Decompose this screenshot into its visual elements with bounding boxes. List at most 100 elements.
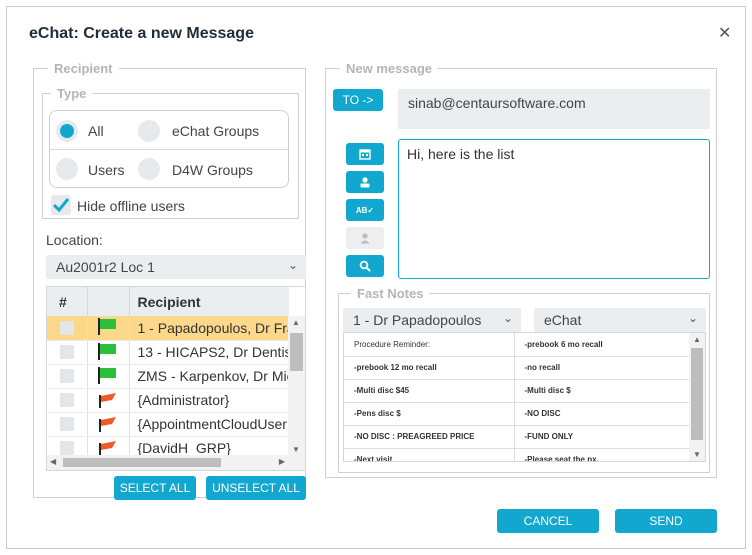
status-flag-icon: [96, 392, 118, 411]
user-button: [346, 227, 384, 249]
fast-note-item[interactable]: -no recall: [514, 356, 690, 380]
table-row[interactable]: ZMS - Karpenkov, Dr Mic: [47, 364, 289, 389]
category-value: eChat: [544, 312, 582, 328]
send-button[interactable]: SEND: [615, 509, 717, 533]
recipient-name: {AppointmentCloudUser: [129, 412, 289, 437]
table-row[interactable]: 13 - HICAPS2, Dr Dentist: [47, 340, 289, 365]
type-legend: Type: [51, 86, 93, 101]
grid-horizontal-scrollbar[interactable]: ◀ ▶: [47, 455, 305, 470]
row-checkbox-cell: [47, 316, 88, 341]
spellcheck-button[interactable]: AB✓: [346, 199, 384, 221]
fast-note-row: -NO DISC : PREAGREED PRICE -FUND ONLY: [344, 425, 690, 449]
type-radio-box: All eChat Groups Users D4W Groups: [49, 110, 289, 188]
create-message-dialog: eChat: Create a new Message ✕ Recipient …: [6, 6, 746, 549]
doctor-select[interactable]: 1 - Dr Papadopoulos ⌄: [343, 308, 521, 332]
fast-note-item[interactable]: -Multi disc $45: [344, 379, 515, 403]
recipient-name: ZMS - Karpenkov, Dr Mic: [129, 364, 289, 389]
to-button[interactable]: TO ->: [333, 89, 383, 111]
hide-offline-label: Hide offline users: [77, 198, 185, 214]
row-checkbox-cell: [47, 364, 88, 389]
radio-all[interactable]: [56, 120, 78, 142]
row-checkbox[interactable]: [60, 417, 74, 431]
location-value: Au2001r2 Loc 1: [56, 259, 155, 275]
search-button[interactable]: [346, 255, 384, 277]
fast-notes-group: Fast Notes 1 - Dr Papadopoulos ⌄ eChat ⌄…: [338, 286, 710, 473]
fast-note-item[interactable]: -prebook 12 mo recall: [344, 356, 515, 380]
fast-note-row: -Multi disc $45 -Multi disc $: [344, 379, 690, 403]
radio-users-label: Users: [88, 162, 125, 178]
recipient-name: {Administrator}: [129, 388, 289, 413]
table-row[interactable]: {Administrator}: [47, 388, 289, 413]
check-icon: [52, 198, 70, 213]
fast-note-item[interactable]: -Multi disc $: [514, 379, 690, 403]
table-row[interactable]: {AppointmentCloudUser: [47, 412, 289, 437]
fast-note-item[interactable]: -FUND ONLY: [514, 425, 690, 449]
close-icon[interactable]: ✕: [718, 23, 731, 43]
row-checkbox[interactable]: [60, 369, 74, 383]
radio-echat-groups-label: eChat Groups: [172, 123, 260, 139]
fast-note-row: -Pens disc $ -NO DISC: [344, 402, 690, 426]
doctor-value: 1 - Dr Papadopoulos: [353, 312, 482, 328]
notes-vertical-scrollbar[interactable]: ▲ ▼: [689, 333, 705, 461]
select-all-button[interactable]: SELECT ALL: [114, 476, 196, 500]
table-row[interactable]: 1 - Papadopoulos, Dr Fra: [47, 316, 289, 341]
fast-note-item[interactable]: -Please seat the px.: [514, 448, 690, 461]
status-flag-cell: [87, 412, 130, 437]
message-body[interactable]: Hi, here is the list: [398, 139, 710, 279]
recipient-name: 13 - HICAPS2, Dr Dentist: [129, 340, 289, 365]
grid-vertical-scrollbar[interactable]: ▲ ▼: [288, 316, 305, 456]
chevron-down-icon: ⌄: [287, 258, 298, 272]
fast-notes-list: Procedure Reminder: -prebook 6 mo recall -…: [343, 332, 706, 462]
row-checkbox-cell: [47, 412, 88, 437]
chevron-down-icon: ⌄: [502, 311, 513, 325]
status-flag-cell: [87, 340, 130, 365]
new-message-panel: New message TO -> sinab@centaursoftware.…: [325, 61, 717, 478]
row-checkbox[interactable]: [60, 441, 74, 455]
type-group: Type All eChat Groups Users D4W Groups H…: [42, 86, 299, 219]
fast-note-item[interactable]: -Next visit: [344, 448, 515, 461]
row-checkbox-cell: [47, 340, 88, 365]
row-checkbox[interactable]: [60, 393, 74, 407]
patient-icon: [360, 177, 370, 188]
status-flag-icon: [96, 416, 118, 435]
to-field[interactable]: sinab@centaursoftware.com: [398, 89, 710, 129]
fast-note-item[interactable]: -prebook 6 mo recall: [514, 333, 690, 357]
chevron-down-icon: ⌄: [687, 311, 698, 325]
row-checkbox[interactable]: [60, 345, 74, 359]
unselect-all-button[interactable]: UNSELECT ALL: [206, 476, 306, 500]
radio-d4w-groups-label: D4W Groups: [172, 162, 253, 178]
fast-note-row: -Next visit -Please seat the px.: [344, 448, 690, 461]
radio-all-label: All: [88, 123, 104, 139]
status-flag-cell: [87, 388, 130, 413]
status-flag-icon: [96, 318, 118, 338]
col-header-number: #: [59, 293, 67, 310]
search-icon: [359, 260, 371, 272]
user-icon: [360, 233, 370, 244]
status-flag-cell: [87, 364, 130, 389]
fast-note-row: -prebook 12 mo recall -no recall: [344, 356, 690, 380]
dialog-title: eChat: Create a new Message: [29, 25, 254, 42]
fast-note-item[interactable]: -Pens disc $: [344, 402, 515, 426]
fast-note-item[interactable]: Procedure Reminder:: [344, 333, 515, 357]
message-body-text: Hi, here is the list: [407, 146, 515, 162]
patient-button[interactable]: [346, 171, 384, 193]
to-value: sinab@centaursoftware.com: [408, 95, 586, 111]
row-checkbox[interactable]: [60, 320, 74, 335]
row-checkbox-cell: [47, 388, 88, 413]
recipient-grid: # Recipient 1 - Papadopoulos, Dr Fra 13 -…: [46, 286, 306, 471]
fast-note-item[interactable]: -NO DISC: [514, 402, 690, 426]
radio-echat-groups[interactable]: [138, 120, 160, 142]
fast-note-item[interactable]: -NO DISC : PREAGREED PRICE: [344, 425, 515, 449]
fast-notes-legend: Fast Notes: [351, 286, 430, 301]
radio-users[interactable]: [56, 158, 78, 180]
calendar-button[interactable]: [346, 143, 384, 165]
status-flag-icon: [96, 366, 118, 387]
location-label: Location:: [46, 232, 103, 248]
radio-d4w-groups[interactable]: [138, 158, 160, 180]
cancel-button[interactable]: CANCEL: [497, 509, 599, 533]
recipient-legend: Recipient: [48, 61, 119, 76]
category-select[interactable]: eChat ⌄: [534, 308, 706, 332]
hide-offline-checkbox[interactable]: [51, 195, 71, 215]
col-header-recipient[interactable]: Recipient: [128, 287, 289, 316]
location-select[interactable]: Au2001r2 Loc 1 ⌄: [46, 255, 306, 279]
